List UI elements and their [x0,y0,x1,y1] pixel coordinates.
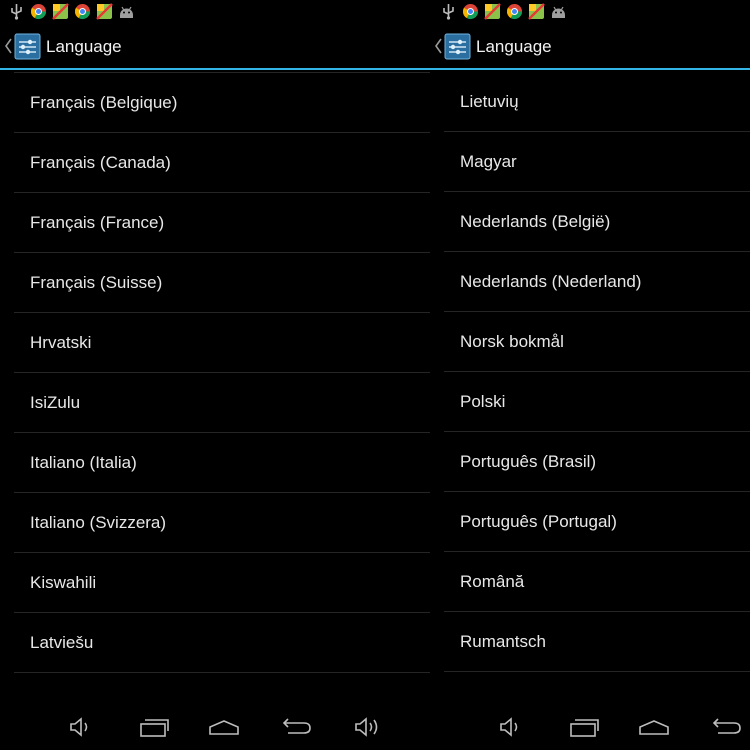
language-label: Rumantsch [460,631,546,651]
back-chevron-icon[interactable] [3,37,13,55]
language-label: Magyar [460,151,517,171]
language-item[interactable]: Kiswahili [14,553,430,613]
language-label: Norsk bokmål [460,331,564,351]
language-label: Français (Suisse) [30,272,163,292]
left-screen: Language Français (Belgique) Français (C… [0,0,430,750]
status-bar [430,0,750,24]
language-list: Lietuvių Magyar Nederlands (België) Nede… [444,72,750,672]
language-label: Português (Portugal) [460,511,617,531]
maps-icon [96,3,113,20]
back-icon[interactable] [710,714,742,740]
settings-app-icon[interactable] [14,33,41,60]
language-item[interactable]: IsiZulu [14,373,430,433]
back-chevron-icon[interactable] [433,37,443,55]
language-item[interactable]: Lietuvių [444,72,750,132]
language-label: Nederlands (België) [460,211,611,231]
language-label: Română [460,571,525,591]
language-item[interactable]: Français (Belgique) [14,72,430,133]
language-label: IsiZulu [30,392,81,412]
recent-apps-icon[interactable] [568,714,600,740]
language-item[interactable]: Français (Suisse) [14,253,430,313]
language-item[interactable]: Français (France) [14,193,430,253]
chrome-icon [75,4,91,20]
language-item[interactable]: Norsk bokmål [444,312,750,372]
language-label: Italiano (Italia) [30,452,137,472]
language-item[interactable]: Português (Portugal) [444,492,750,552]
language-item[interactable]: Français (Canada) [14,133,430,193]
language-label: Latviešu [30,632,94,652]
language-label: Nederlands (Nederland) [460,271,642,291]
usb-icon [11,4,22,20]
android-icon [552,6,565,18]
recent-apps-icon[interactable] [138,714,170,740]
page-title: Language [476,37,552,56]
navigation-bar [0,706,430,750]
volume-down-icon[interactable] [64,714,96,740]
maps-icon [528,3,545,20]
language-item[interactable]: Magyar [444,132,750,192]
maps-icon [484,3,501,20]
volume-up-icon[interactable] [352,714,384,740]
notification-icons [440,3,567,20]
language-item[interactable]: Polski [444,372,750,432]
language-label: Français (Belgique) [30,92,178,112]
language-item[interactable]: Rumantsch [444,612,750,672]
navigation-bar [430,706,750,750]
language-item[interactable]: Português (Brasil) [444,432,750,492]
language-label: Polski [460,391,506,411]
action-bar[interactable]: Language [430,24,750,70]
language-item[interactable]: Latviešu [14,613,430,673]
maps-icon [52,3,69,20]
language-item[interactable]: Nederlands (Nederland) [444,252,750,312]
language-label: Lietuvių [460,91,519,111]
language-item[interactable]: Italiano (Svizzera) [14,493,430,553]
back-icon[interactable] [280,714,312,740]
language-label: Français (France) [30,212,165,232]
language-item[interactable]: Italiano (Italia) [14,433,430,493]
language-item[interactable]: Hrvatski [14,313,430,373]
language-label: Português (Brasil) [460,451,597,471]
right-screen: Language Lietuvių Magyar Nederlands (Bel… [430,0,750,750]
language-item[interactable]: Română [444,552,750,612]
language-label: Français (Canada) [30,152,171,172]
language-label: Kiswahili [30,572,97,592]
settings-app-icon[interactable] [444,33,471,60]
language-label: Italiano (Svizzera) [30,512,167,532]
home-icon[interactable] [638,714,670,740]
language-list: Français (Belgique) Français (Canada) Fr… [14,72,430,673]
home-icon[interactable] [208,714,240,740]
action-bar[interactable]: Language [0,24,430,70]
chrome-icon [31,4,47,20]
language-label: Hrvatski [30,332,92,352]
notification-icons [8,3,135,20]
usb-icon [443,4,454,20]
language-item[interactable]: Nederlands (België) [444,192,750,252]
volume-down-icon[interactable] [494,714,526,740]
status-bar [0,0,430,24]
android-icon [120,6,133,18]
page-title: Language [46,37,122,56]
chrome-icon [463,4,479,20]
chrome-icon [507,4,523,20]
